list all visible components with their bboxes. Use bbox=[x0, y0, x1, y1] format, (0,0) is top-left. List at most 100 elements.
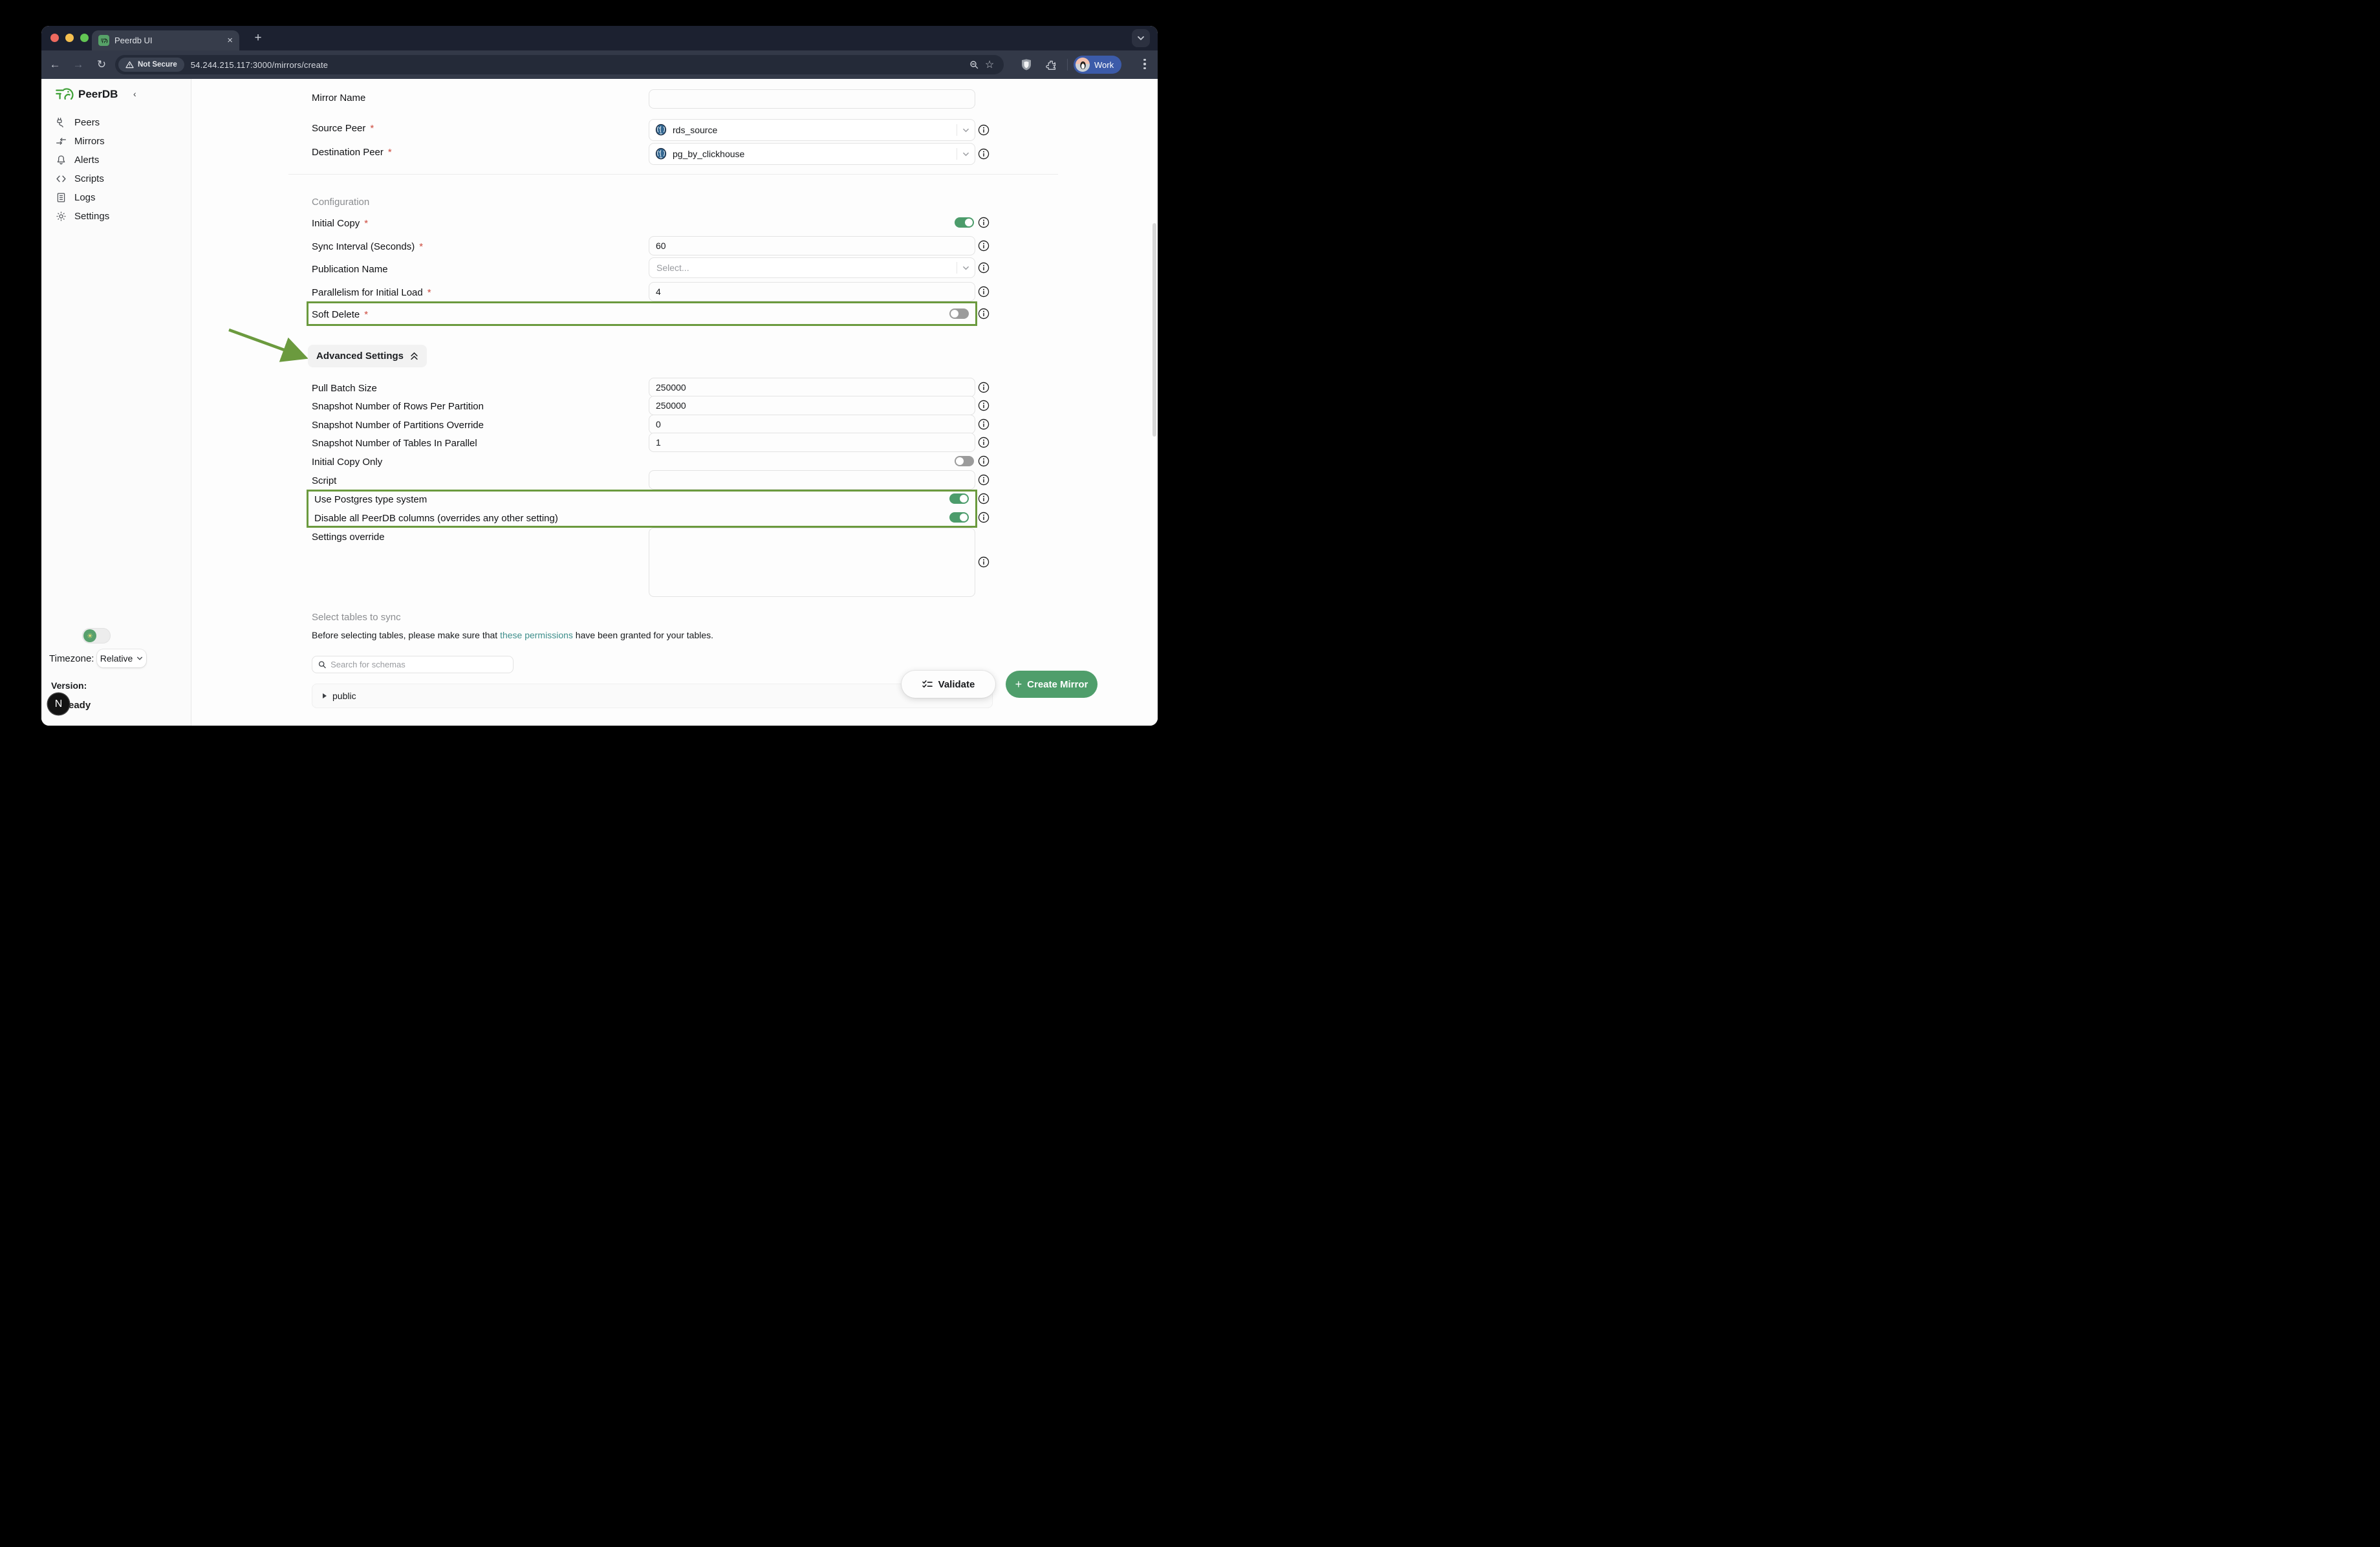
traffic-lights bbox=[50, 34, 89, 42]
gear-icon bbox=[56, 211, 67, 222]
create-mirror-button[interactable]: + Create Mirror bbox=[1006, 671, 1098, 698]
postgres-icon bbox=[654, 147, 667, 160]
info-icon[interactable] bbox=[978, 400, 990, 411]
not-secure-label: Not Secure bbox=[138, 61, 177, 69]
schema-search[interactable] bbox=[312, 656, 514, 673]
sidebar-item-peers[interactable]: Peers bbox=[41, 113, 191, 132]
forward-button[interactable]: → bbox=[70, 56, 87, 73]
info-icon[interactable] bbox=[978, 148, 990, 160]
browser-toolbar: ← → ↻ Not Secure 54.244.215.117:3000/mir… bbox=[41, 50, 1158, 79]
warning-icon bbox=[125, 61, 134, 69]
sidebar-item-scripts[interactable]: Scripts bbox=[41, 169, 191, 188]
reload-button[interactable]: ↻ bbox=[93, 56, 110, 73]
chevron-down-icon[interactable] bbox=[962, 127, 969, 134]
sidebar-item-label: Mirrors bbox=[74, 136, 105, 147]
mirror-arrows-icon bbox=[56, 136, 67, 147]
tab-close-icon[interactable]: × bbox=[227, 35, 233, 46]
sidebar-item-label: Scripts bbox=[74, 173, 104, 184]
initial-copy-toggle[interactable] bbox=[955, 217, 974, 228]
not-secure-badge[interactable]: Not Secure bbox=[118, 58, 184, 72]
sync-interval-input[interactable] bbox=[649, 236, 975, 255]
pull-batch-size-input[interactable] bbox=[649, 378, 975, 397]
new-tab-button[interactable]: + bbox=[250, 30, 266, 47]
disable-peerdb-columns-toggle[interactable] bbox=[949, 512, 969, 523]
validate-label: Validate bbox=[938, 679, 975, 690]
sidebar-item-alerts[interactable]: Alerts bbox=[41, 151, 191, 169]
scrollbar-thumb[interactable] bbox=[1152, 223, 1156, 437]
info-icon[interactable] bbox=[978, 556, 990, 568]
address-bar[interactable]: Not Secure 54.244.215.117:3000/mirrors/c… bbox=[115, 55, 1004, 74]
bell-icon bbox=[56, 155, 67, 166]
schema-name: public bbox=[332, 691, 356, 701]
initial-copy-only-toggle[interactable] bbox=[955, 456, 974, 466]
create-mirror-label: Create Mirror bbox=[1027, 679, 1088, 690]
schema-row-public[interactable]: public bbox=[312, 684, 993, 708]
mirror-name-input[interactable] bbox=[649, 89, 975, 109]
parallelism-input[interactable] bbox=[649, 282, 975, 301]
plus-icon: + bbox=[1015, 678, 1022, 691]
select-tables-heading: Select tables to sync bbox=[312, 612, 401, 623]
bookmark-star-icon[interactable]: ☆ bbox=[982, 57, 997, 72]
destination-peer-label: Destination Peer* bbox=[312, 147, 392, 158]
peerdb-logo-icon bbox=[54, 85, 74, 103]
chevron-down-icon[interactable] bbox=[962, 265, 969, 272]
use-postgres-types-toggle[interactable] bbox=[949, 493, 969, 504]
back-button[interactable]: ← bbox=[47, 56, 63, 73]
pull-batch-size-label: Pull Batch Size bbox=[312, 383, 377, 394]
info-icon[interactable] bbox=[978, 308, 990, 319]
publication-name-select[interactable]: Select... bbox=[649, 257, 975, 278]
sidebar-item-settings[interactable]: Settings bbox=[41, 207, 191, 226]
info-icon[interactable] bbox=[978, 474, 990, 486]
schema-search-input[interactable] bbox=[330, 660, 507, 669]
postgres-icon bbox=[654, 124, 667, 136]
info-icon[interactable] bbox=[978, 437, 990, 448]
settings-override-textarea[interactable] bbox=[649, 528, 975, 597]
tab-peerdb-ui[interactable]: Peerdb UI × bbox=[92, 30, 239, 50]
snapshot-rows-input[interactable] bbox=[649, 396, 975, 415]
info-icon[interactable] bbox=[978, 240, 990, 252]
script-input[interactable] bbox=[649, 470, 975, 490]
close-window-button[interactable] bbox=[50, 34, 59, 42]
source-peer-label: Source Peer* bbox=[312, 123, 374, 134]
advanced-settings-button[interactable]: Advanced Settings bbox=[308, 345, 427, 367]
source-peer-value: rds_source bbox=[673, 125, 951, 135]
chevron-down-icon[interactable] bbox=[962, 151, 969, 158]
snapshot-partitions-input[interactable] bbox=[649, 415, 975, 434]
info-icon[interactable] bbox=[978, 286, 990, 298]
tab-search-button[interactable] bbox=[1132, 29, 1150, 47]
info-icon[interactable] bbox=[978, 382, 990, 393]
chevrons-up-icon bbox=[410, 352, 418, 361]
advanced-settings-label: Advanced Settings bbox=[316, 351, 404, 362]
soft-delete-toggle[interactable] bbox=[949, 308, 969, 319]
validate-button[interactable]: Validate bbox=[902, 671, 995, 698]
info-icon[interactable] bbox=[978, 217, 990, 228]
info-icon[interactable] bbox=[978, 493, 990, 504]
sidebar-item-logs[interactable]: Logs bbox=[41, 188, 191, 207]
zoom-icon[interactable] bbox=[966, 57, 982, 72]
info-icon[interactable] bbox=[978, 418, 990, 430]
destination-peer-select[interactable]: pg_by_clickhouse bbox=[649, 143, 975, 165]
parallelism-label: Parallelism for Initial Load* bbox=[312, 287, 431, 298]
timezone-select[interactable]: Relative bbox=[97, 649, 146, 667]
extensions-puzzle-icon[interactable] bbox=[1043, 56, 1059, 73]
snapshot-tables-input[interactable] bbox=[649, 433, 975, 452]
sidebar-item-mirrors[interactable]: Mirrors bbox=[41, 132, 191, 151]
code-icon bbox=[56, 173, 67, 184]
info-icon[interactable] bbox=[978, 455, 990, 467]
zoom-window-button[interactable] bbox=[80, 34, 89, 42]
sidebar-item-label: Logs bbox=[74, 192, 96, 203]
nextjs-dev-badge[interactable]: N bbox=[48, 693, 69, 715]
theme-toggle[interactable]: ☀ bbox=[82, 628, 111, 644]
browser-menu-icon[interactable] bbox=[1137, 56, 1152, 72]
search-icon bbox=[318, 660, 326, 669]
info-icon[interactable] bbox=[978, 512, 990, 523]
profile-button[interactable]: Work bbox=[1074, 56, 1121, 74]
info-icon[interactable] bbox=[978, 262, 990, 274]
minimize-window-button[interactable] bbox=[65, 34, 74, 42]
permissions-link[interactable]: these permissions bbox=[500, 630, 573, 640]
shield-extension-icon[interactable] bbox=[1018, 56, 1035, 73]
sidebar-collapse-icon[interactable]: ‹ bbox=[133, 89, 136, 99]
source-peer-select[interactable]: rds_source bbox=[649, 119, 975, 141]
info-icon[interactable] bbox=[978, 124, 990, 136]
expand-triangle-icon bbox=[323, 693, 327, 698]
